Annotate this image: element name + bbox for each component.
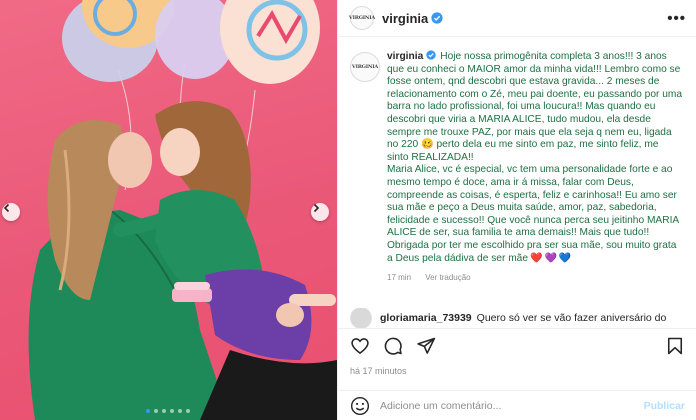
heart-emoji: 💜 xyxy=(544,252,557,264)
caption-line-text: fosse ontem, qnd descobri que estava gra… xyxy=(387,76,660,88)
carousel-dot[interactable] xyxy=(186,409,190,413)
publish-button[interactable]: Publicar xyxy=(644,400,685,412)
caption-line: ALICE de ser, sua familia te ama demais!… xyxy=(387,227,694,240)
caption-line-text: Maria Alice, vc é especial, vc tem uma p… xyxy=(387,164,673,176)
caption-line-text: que eu conheci o MAIOR amor da minha vid… xyxy=(387,63,681,75)
photo-illustration xyxy=(28,0,337,420)
carousel-dot[interactable] xyxy=(162,409,166,413)
heart-emoji: 💙 xyxy=(558,252,572,264)
verified-badge-icon xyxy=(426,50,436,60)
caption-username[interactable]: virginia xyxy=(387,51,423,62)
dark-pants xyxy=(200,350,337,420)
previous-slide-button[interactable] xyxy=(2,203,20,221)
post-details-panel: VIRGINIA virginia ••• VIRGINIA virginia H… xyxy=(337,0,696,420)
caption-line: felicidade e sucesso!! Que você nunca pe… xyxy=(387,215,694,228)
heart-emoji: ❤️ xyxy=(530,252,543,264)
caption-line: barra no lado profissional, foi uma louc… xyxy=(387,101,694,114)
caption-line: compreende as coisas, é esperta, feliz e… xyxy=(387,190,694,203)
comment-icon xyxy=(384,337,402,355)
caption-line-text: felicidade e sucesso!! Que você nunca pe… xyxy=(387,214,680,226)
caption-line: que eu conheci o MAIOR amor da minha vid… xyxy=(387,64,694,77)
comment-input[interactable] xyxy=(380,399,644,412)
caption-line-text: descobri que viria a MARIA ALICE, tudo m… xyxy=(387,113,651,125)
caption-line-text: sempre me trouxe PAZ, por mais que ela s… xyxy=(387,126,672,138)
carousel-dot[interactable] xyxy=(154,409,158,413)
caption-line: relacionamento com o Zé, meu pai doente,… xyxy=(387,89,694,102)
child-face xyxy=(160,128,200,176)
emoji-icon[interactable] xyxy=(350,396,370,416)
caption-text: virginia Hoje nossa primogênita completa … xyxy=(387,50,694,265)
caption-line-text: barra no lado profissional, foi uma louc… xyxy=(387,101,656,113)
caption-time: 17 min xyxy=(387,273,412,283)
post-username[interactable]: virginia xyxy=(382,11,428,26)
commenter-avatar[interactable] xyxy=(350,308,372,328)
comment-text: Quero só ver se vão fazer aniversário do xyxy=(476,312,667,324)
next-slide-button[interactable] xyxy=(311,203,329,221)
post-header: VIRGINIA virginia ••• xyxy=(338,0,696,37)
caption-line: sempre me trouxe PAZ, por mais que ela s… xyxy=(387,127,694,140)
caption-line-text: a Deus pela dádiva de ser mãe xyxy=(387,252,529,264)
caption-line: sua mãe e peço a Deus muita saúde, amor,… xyxy=(387,202,694,215)
caption-line: sinto REALIZADA!! xyxy=(387,152,694,165)
carousel-dots xyxy=(146,409,190,413)
hearts-emoji: ❤️ 💜 💙 xyxy=(528,253,571,264)
avatar-logo: VIRGINIA xyxy=(348,15,376,21)
post-caption: VIRGINIA virginia Hoje nossa primogênita … xyxy=(350,50,694,282)
save-button[interactable] xyxy=(665,336,685,356)
see-translation-link[interactable]: Ver tradução xyxy=(425,273,470,282)
chevron-left-icon xyxy=(3,203,10,213)
caption-line: Maria Alice, vc é especial, vc tem uma p… xyxy=(387,164,694,177)
comment-username[interactable]: gloriamaria_73939 xyxy=(380,312,472,324)
heart-icon xyxy=(351,337,369,354)
action-bar xyxy=(338,328,696,362)
carousel-dot[interactable] xyxy=(146,409,150,413)
caption-meta: 17 min Ver tradução xyxy=(387,273,694,282)
carousel-dot[interactable] xyxy=(178,409,182,413)
caption-line: a Deus pela dádiva de ser mãe ❤️ 💜 💙 xyxy=(387,253,694,266)
caption-line: virginia Hoje nossa primogênita completa … xyxy=(387,50,694,64)
caption-line: descobri que viria a MARIA ALICE, tudo m… xyxy=(387,114,694,127)
bookmark-icon xyxy=(667,337,683,354)
caption-line-text: Hoje nossa primogênita completa 3 anos!!… xyxy=(440,51,667,62)
post-timestamp[interactable]: há 17 minutos xyxy=(350,366,407,376)
comment-row: gloriamaria_73939 Quero só ver se vão fa… xyxy=(350,308,694,328)
caption-line-text: ALICE de ser, sua familia te ama demais!… xyxy=(387,227,650,239)
more-options-button[interactable]: ••• xyxy=(667,10,686,27)
share-button[interactable] xyxy=(416,336,436,356)
chevron-right-icon xyxy=(313,203,320,213)
caption-line-text: relacionamento com o Zé, meu pai doente,… xyxy=(387,88,683,100)
like-button[interactable] xyxy=(350,336,370,356)
caption-line: Obrigada por ter me escolhido pra ser su… xyxy=(387,240,694,253)
mother-face xyxy=(108,132,152,188)
comment-bar: Publicar xyxy=(338,390,696,420)
verified-badge-icon xyxy=(431,12,443,24)
caption-line-text: Obrigada por ter me escolhido pra ser su… xyxy=(387,239,677,251)
comment-button[interactable] xyxy=(383,336,403,356)
caption-line-text: compreende as coisas, é esperta, feliz e… xyxy=(387,189,677,201)
caption-line-text: sinto REALIZADA!! xyxy=(387,151,474,163)
share-icon xyxy=(417,337,436,354)
caption-line: fosse ontem, qnd descobri que estava gra… xyxy=(387,76,694,89)
avatar[interactable]: VIRGINIA xyxy=(348,6,376,30)
caption-line-text: mesmo tempo é doce, ama ir á missa, fala… xyxy=(387,176,634,188)
caption-avatar-logo: VIRGINIA xyxy=(351,64,379,70)
caption-line-text: no 220 🥴 perto dela eu me sinto em paz, … xyxy=(387,139,659,151)
caption-line-text: sua mãe e peço a Deus muita saúde, amor,… xyxy=(387,202,657,214)
caption-avatar[interactable]: VIRGINIA xyxy=(350,52,380,82)
carousel-dot[interactable] xyxy=(170,409,174,413)
caption-line: no 220 🥴 perto dela eu me sinto em paz, … xyxy=(387,139,694,152)
caption-line: mesmo tempo é doce, ama ir á missa, fala… xyxy=(387,177,694,190)
post-photo[interactable] xyxy=(0,0,337,420)
